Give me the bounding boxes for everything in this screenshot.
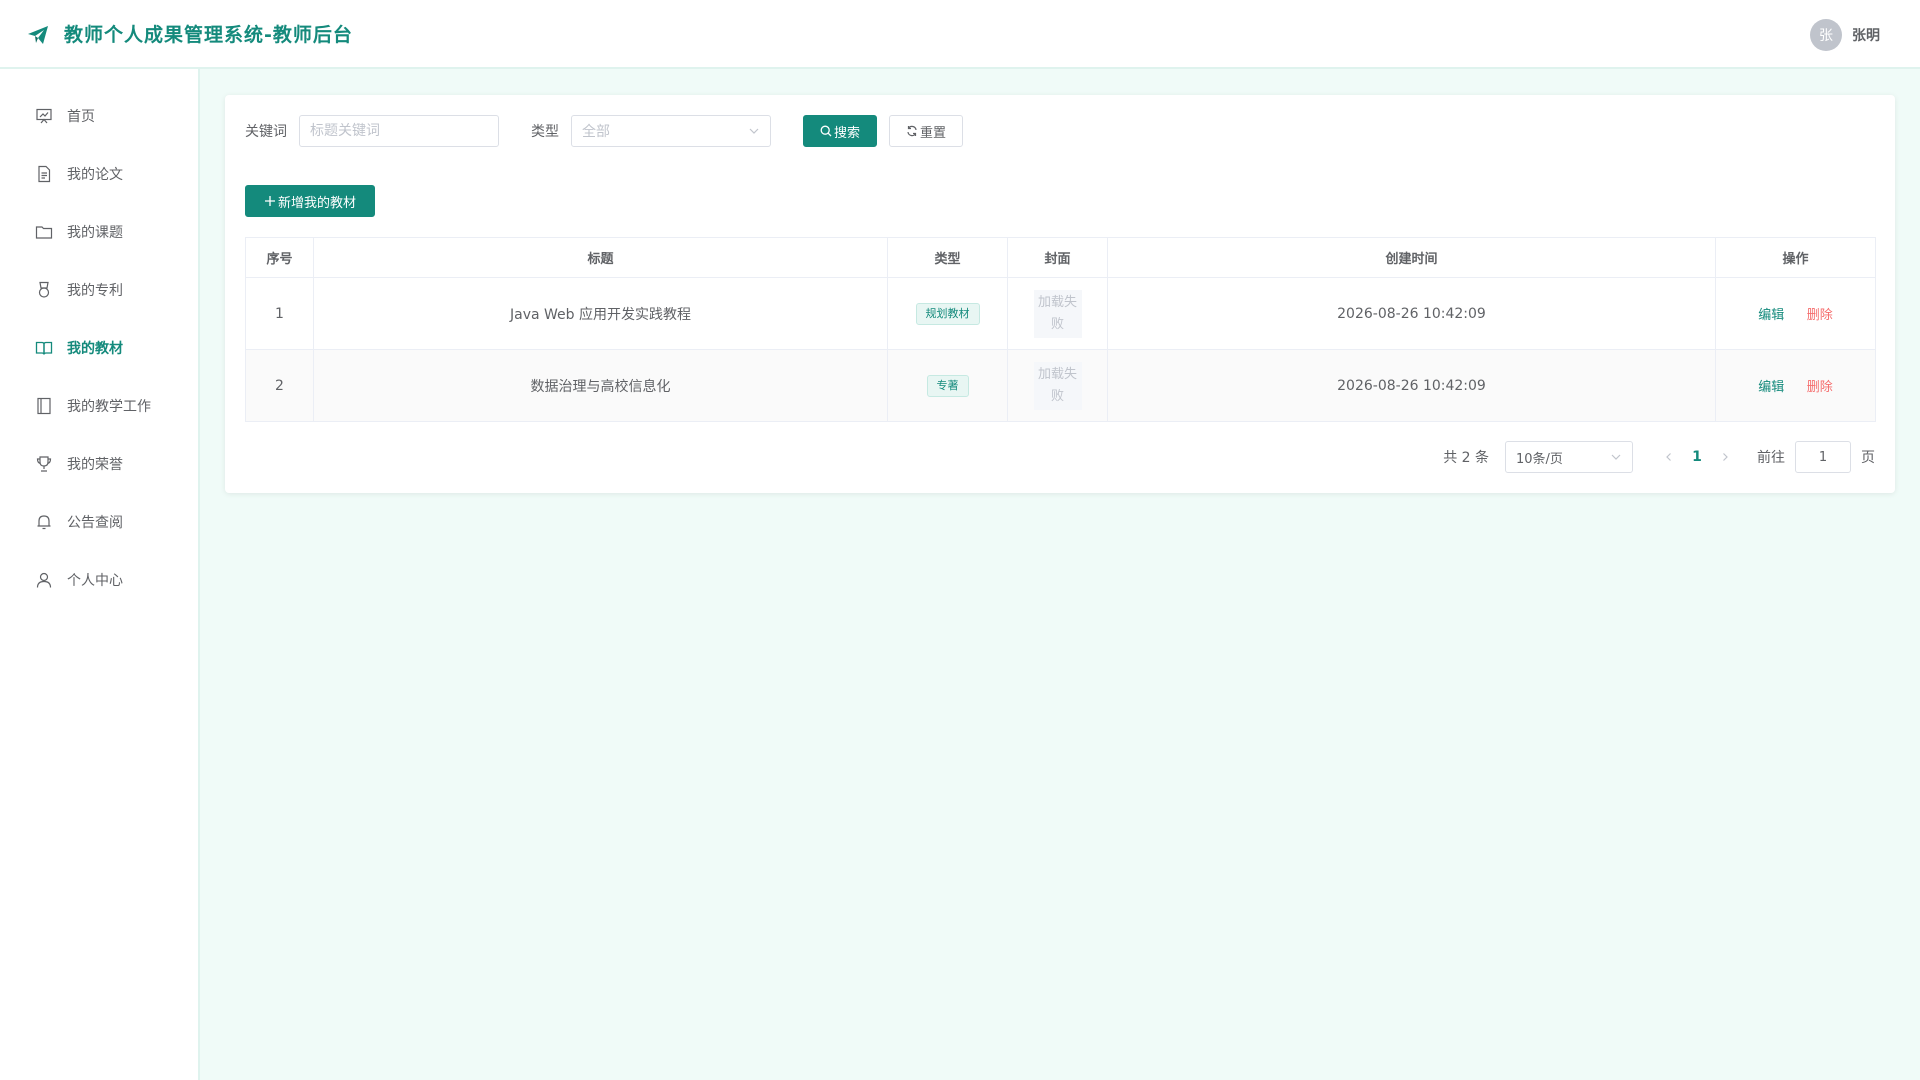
plus-icon [264,196,275,206]
type-label: 类型 [531,124,559,140]
page-size-select[interactable]: 10条/页 [1505,441,1633,473]
sidebar-item-label: 首页 [67,109,95,125]
filter-bar: 关键词 类型 全部 搜索 重置 [245,115,963,147]
sidebar-item-teaching-work[interactable]: 我的教学工作 [0,377,198,435]
app-title: 教师个人成果管理系统-教师后台 [64,24,353,46]
bell-icon [37,515,51,530]
column-header-type: 类型 [887,237,1008,278]
column-header-created: 创建时间 [1107,237,1716,278]
presentation-board-icon [36,108,52,124]
column-header-title: 标题 [313,237,888,278]
content-card: 关键词 类型 全部 搜索 重置 新增我的教材 [225,95,1895,493]
cell-title: Java Web 应用开发实践教程 [313,277,888,350]
chevron-left-icon [1666,453,1671,461]
chevron-down-icon [1611,454,1621,460]
paper-plane-icon [28,26,48,44]
sidebar-item-papers[interactable]: 我的论文 [0,145,198,203]
avatar[interactable]: 张 [1810,19,1842,51]
column-header-index: 序号 [245,237,314,278]
goto-label: 前往 [1757,450,1785,466]
cover-image-placeholder: 加载失败 [1033,361,1082,410]
cell-title: 数据治理与高校信息化 [313,349,888,422]
edit-link[interactable]: 编辑 [1758,380,1784,395]
user-icon [36,572,52,588]
table-row: 1 Java Web 应用开发实践教程 规划教材 加载失败 2026-08-26… [245,277,1876,350]
search-icon [820,125,832,137]
trophy-icon [36,456,52,472]
sidebar-item-home[interactable]: 首页 [0,87,198,145]
search-button-label: 搜索 [833,125,860,141]
type-tag: 专著 [926,374,969,397]
cell-index: 2 [245,349,314,422]
user-menu[interactable]: 张 张明 [1810,19,1880,51]
user-name[interactable]: 张明 [1852,25,1880,45]
notebook-icon [37,397,51,415]
delete-link[interactable]: 删除 [1807,308,1833,323]
goto-page-input[interactable] [1795,441,1851,473]
sidebar-item-label: 我的论文 [67,167,123,183]
sidebar-item-label: 我的专利 [67,283,123,299]
cell-cover: 加载失败 [1007,349,1108,422]
sidebar-item-notices[interactable]: 公告查阅 [0,493,198,551]
column-header-cover: 封面 [1007,237,1108,278]
table-row: 2 数据治理与高校信息化 专著 加载失败 2026-08-26 10:42:09… [245,349,1876,422]
document-icon [38,165,51,183]
cell-actions: 编辑 删除 [1715,349,1876,422]
reset-button-label: 重置 [919,125,946,141]
chevron-down-icon [749,128,759,134]
chevron-right-icon [1723,453,1728,461]
search-button[interactable]: 搜索 [803,115,877,147]
keyword-input[interactable] [299,115,499,147]
open-book-icon [35,341,53,355]
sidebar-item-patents[interactable]: 我的专利 [0,261,198,319]
sidebar-item-honors[interactable]: 我的荣誉 [0,435,198,493]
pagination: 共 2 条 10条/页 1 前往 页 [1443,441,1875,473]
keyword-label: 关键词 [245,124,287,140]
sidebar-item-label: 我的教材 [67,341,123,357]
delete-link[interactable]: 删除 [1807,380,1833,395]
sidebar-item-label: 我的教学工作 [67,399,151,415]
cover-image-placeholder: 加载失败 [1033,289,1082,338]
prev-page-button[interactable] [1657,441,1681,473]
cell-index: 1 [245,277,314,350]
page-size-value: 10条/页 [1516,451,1563,467]
page-suffix: 页 [1861,450,1875,466]
cell-actions: 编辑 删除 [1715,277,1876,350]
medal-icon [38,281,50,298]
total-count: 共 2 条 [1443,450,1489,466]
refresh-icon [907,125,917,137]
page-number[interactable]: 1 [1681,441,1713,473]
reset-button[interactable]: 重置 [889,115,963,147]
sidebar-item-label: 我的荣誉 [67,457,123,473]
add-textbook-button[interactable]: 新增我的教材 [245,185,375,217]
cell-created: 2026-08-26 10:42:09 [1107,349,1716,422]
cell-type: 规划教材 [887,277,1008,350]
sidebar-item-projects[interactable]: 我的课题 [0,203,198,261]
table-header-row: 序号 标题 类型 封面 创建时间 操作 [245,237,1876,278]
top-header: 教师个人成果管理系统-教师后台 张 张明 [0,0,1920,69]
sidebar-item-label: 公告查阅 [67,515,123,531]
type-select[interactable]: 全部 [571,115,771,147]
next-page-button[interactable] [1713,441,1737,473]
sidebar-item-textbooks[interactable]: 我的教材 [0,319,198,377]
cell-type: 专著 [887,349,1008,422]
add-textbook-label: 新增我的教材 [277,195,356,211]
sidebar-item-label: 我的课题 [67,225,123,241]
cell-cover: 加载失败 [1007,277,1108,350]
column-header-actions: 操作 [1715,237,1876,278]
sidebar: 首页 我的论文 我的课题 我的专利 我的教材 我的教学工作 我的荣誉 公告查阅 … [0,69,200,1080]
sidebar-item-label: 个人中心 [67,573,123,589]
type-select-value: 全部 [582,124,610,140]
cell-created: 2026-08-26 10:42:09 [1107,277,1716,350]
edit-link[interactable]: 编辑 [1758,308,1784,323]
textbook-table: 序号 标题 类型 封面 创建时间 操作 1 Java Web 应用开发实践教程 … [245,237,1876,422]
type-tag: 规划教材 [915,302,980,325]
folder-icon [35,226,53,239]
sidebar-item-profile[interactable]: 个人中心 [0,551,198,609]
